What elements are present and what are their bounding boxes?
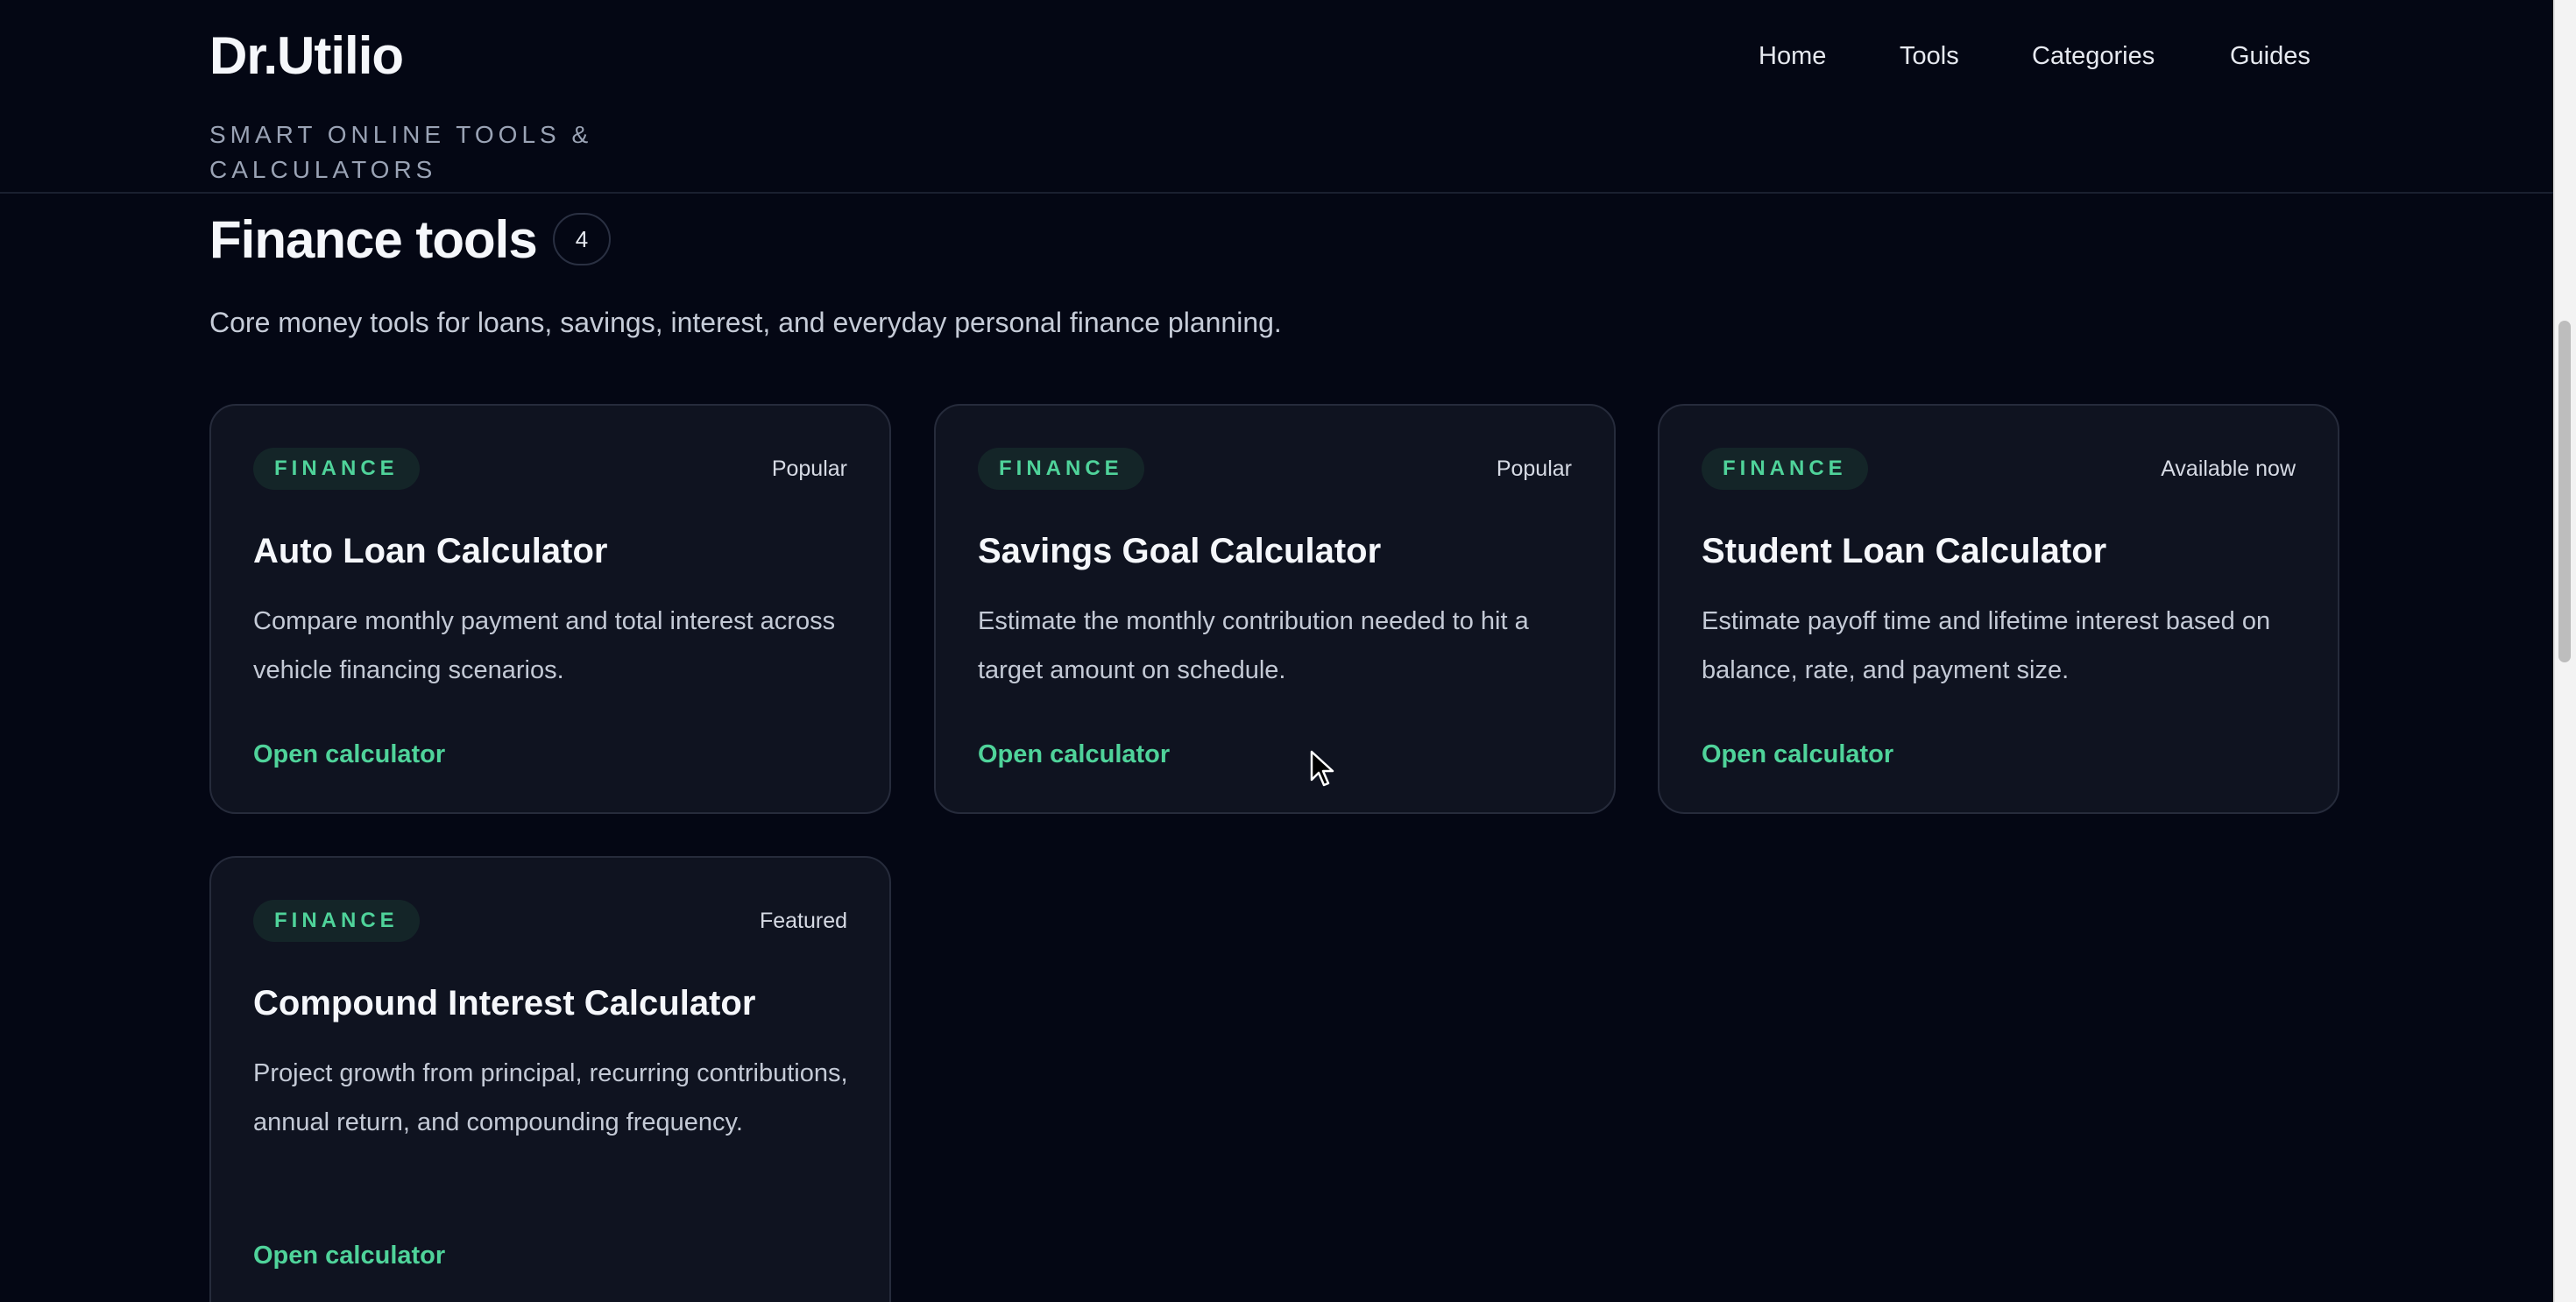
nav-guides[interactable]: Guides (2230, 39, 2311, 74)
category-tag: FINANCE (1702, 448, 1868, 490)
tool-count-badge: 4 (553, 213, 611, 265)
open-calculator-link[interactable]: Open calculator (253, 1238, 445, 1273)
tool-card-compound-interest[interactable]: FINANCE Featured Compound Interest Calcu… (209, 856, 891, 1302)
status-badge: Featured (759, 909, 847, 933)
main-nav: Home Tools Categories Guides (0, 39, 2553, 74)
category-tag: FINANCE (978, 448, 1144, 490)
tool-card-savings-goal[interactable]: FINANCE Popular Savings Goal Calculator … (934, 404, 1616, 814)
card-description: Estimate the monthly contribution needed… (978, 607, 1529, 684)
category-tag: FINANCE (253, 448, 420, 490)
card-description: Project growth from principal, recurring… (253, 1059, 848, 1136)
open-calculator-link[interactable]: Open calculator (253, 737, 445, 772)
card-title: Student Loan Calculator (1702, 532, 2107, 570)
category-tag: FINANCE (253, 900, 420, 942)
nav-home[interactable]: Home (1759, 39, 1826, 74)
site-header: Dr.Utilio SMART ONLINE TOOLS & CALCULATO… (0, 0, 2553, 194)
nav-tools[interactable]: Tools (1900, 39, 1959, 74)
nav-categories[interactable]: Categories (2032, 39, 2155, 74)
section-description: Core money tools for loans, savings, int… (209, 307, 1282, 338)
section-title: Finance tools (209, 210, 538, 269)
vertical-scrollbar[interactable] (2553, 0, 2576, 1302)
tool-card-student-loan[interactable]: FINANCE Available now Student Loan Calcu… (1658, 404, 2339, 814)
brand-tagline: SMART ONLINE TOOLS & CALCULATORS (209, 121, 593, 183)
status-badge: Available now (2161, 456, 2296, 481)
tool-card-auto-loan[interactable]: FINANCE Popular Auto Loan Calculator Com… (209, 404, 891, 814)
mouse-pointer-icon (1310, 750, 1334, 787)
scrollbar-thumb[interactable] (2558, 321, 2571, 662)
card-title: Savings Goal Calculator (978, 532, 1382, 570)
status-badge: Popular (1496, 456, 1572, 481)
card-description: Compare monthly payment and total intere… (253, 607, 836, 684)
page: Dr.Utilio SMART ONLINE TOOLS & CALCULATO… (0, 0, 2576, 1302)
open-calculator-link[interactable]: Open calculator (978, 737, 1170, 772)
card-title: Compound Interest Calculator (253, 984, 756, 1022)
card-title: Auto Loan Calculator (253, 532, 608, 570)
open-calculator-link[interactable]: Open calculator (1702, 737, 1893, 772)
card-description: Estimate payoff time and lifetime intere… (1702, 607, 2271, 684)
status-badge: Popular (771, 456, 847, 481)
